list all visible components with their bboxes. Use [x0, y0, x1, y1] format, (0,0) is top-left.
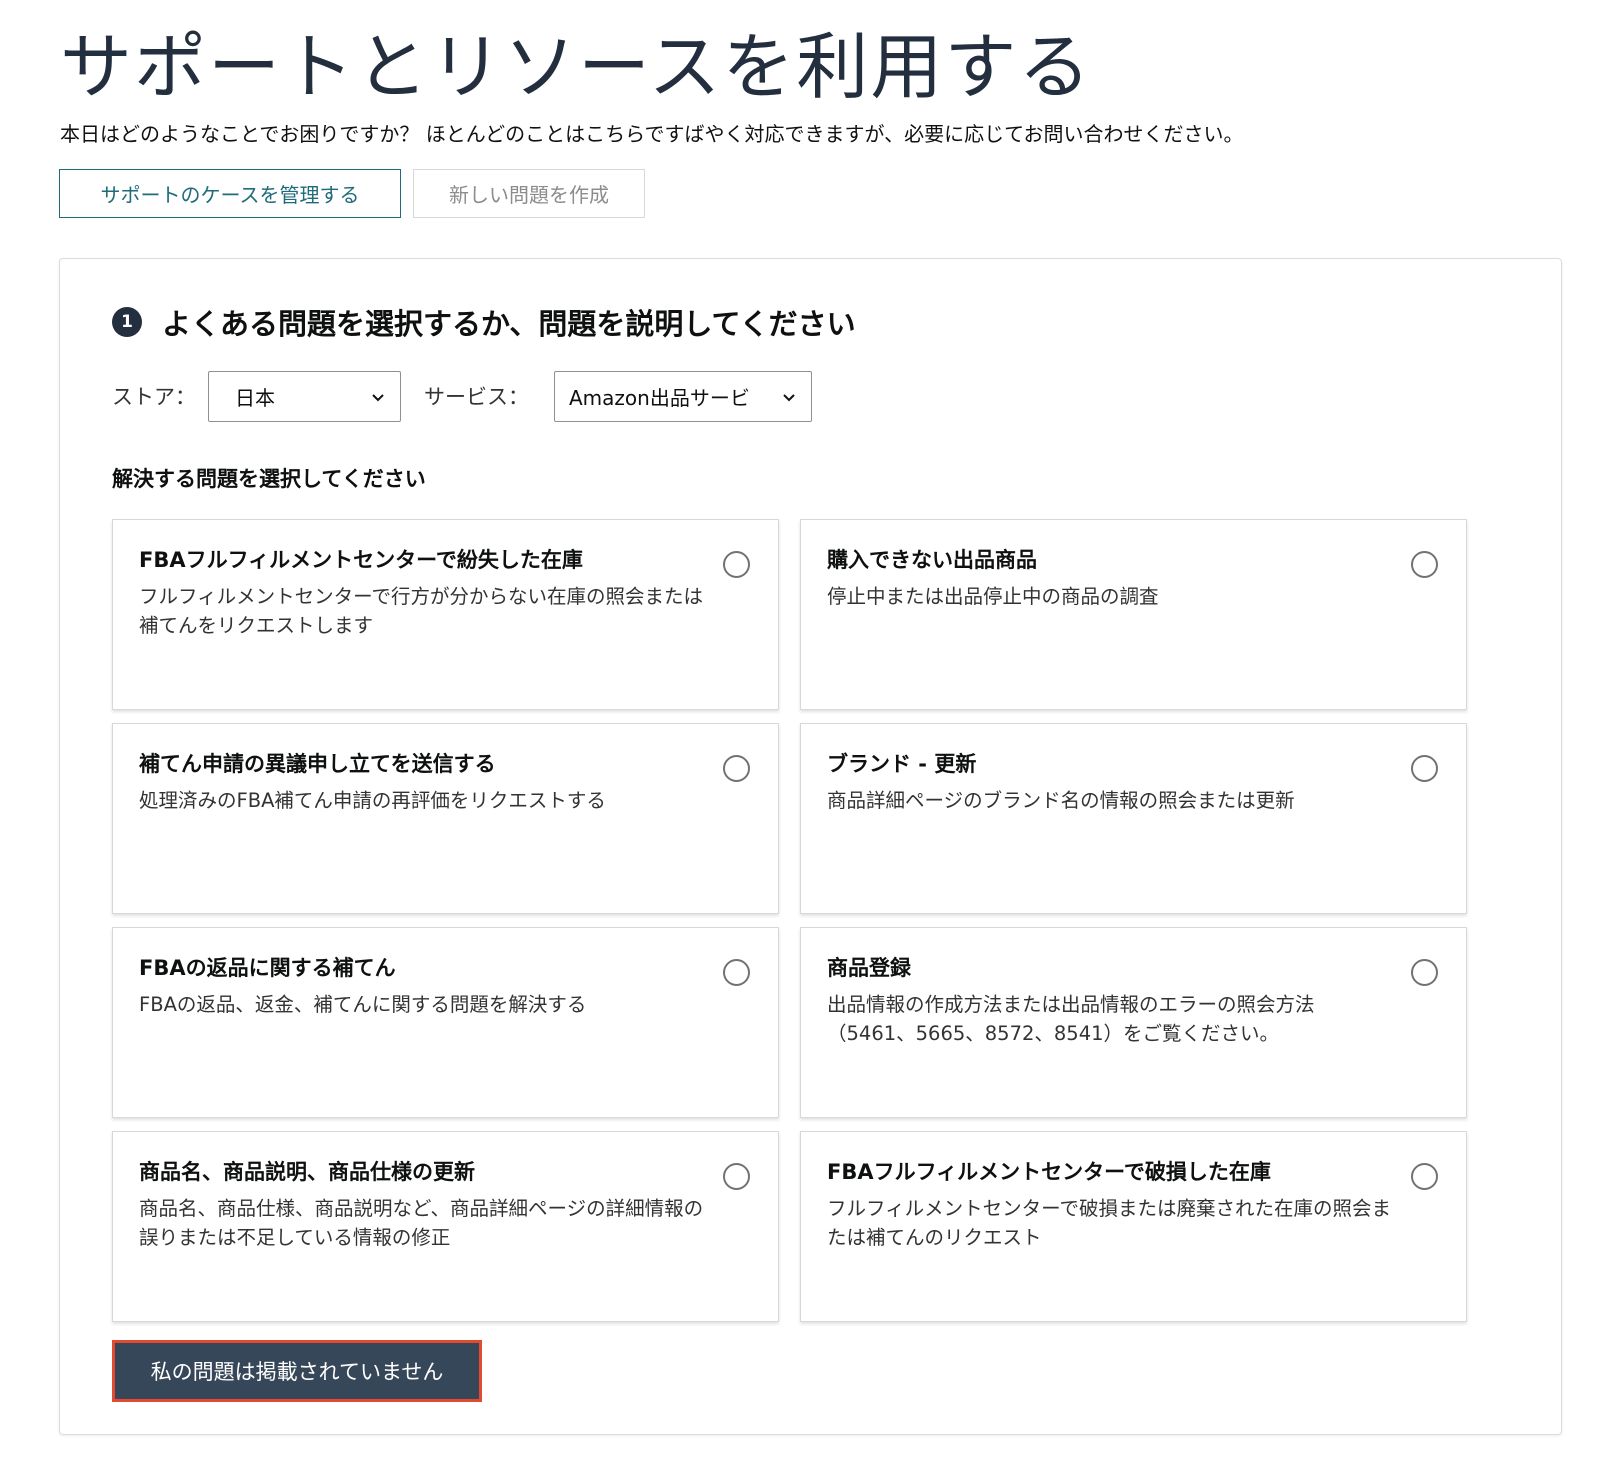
- step-number-badge: 1: [112, 307, 142, 337]
- radio-button[interactable]: [1411, 1163, 1438, 1190]
- store-label: ストア：: [112, 385, 196, 409]
- store-select[interactable]: 日本: [208, 371, 401, 422]
- issue-card-title: FBAフルフィルメントセンターで紛失した在庫: [139, 548, 583, 572]
- store-select-value: 日本: [235, 386, 275, 410]
- radio-button[interactable]: [1411, 959, 1438, 986]
- new-issue-button[interactable]: 新しい問題を作成: [413, 169, 645, 218]
- issue-card-title: 補てん申請の異議申し立てを送信する: [139, 752, 496, 776]
- issue-card-description: 出品情報の作成方法または出品情報のエラーの照会方法（5461、5665、8572…: [827, 993, 1315, 1045]
- service-label: サービス：: [424, 385, 529, 409]
- issue-card-description: 停止中または出品停止中の商品の調査: [827, 585, 1159, 608]
- radio-button[interactable]: [1411, 755, 1438, 782]
- radio-button[interactable]: [723, 959, 750, 986]
- chevron-down-icon: [783, 393, 795, 401]
- radio-button[interactable]: [723, 1163, 750, 1190]
- issue-card-title: 商品名、商品説明、商品仕様の更新: [139, 1160, 475, 1184]
- radio-button[interactable]: [723, 551, 750, 578]
- issue-card-fba-lost-inventory[interactable]: FBAフルフィルメントセンターで紛失した在庫 フルフィルメントセンターで行方が分…: [112, 519, 779, 710]
- issue-card-title: 商品登録: [827, 956, 911, 980]
- issue-card-description: 商品名、商品仕様、商品説明など、商品詳細ページの詳細情報の誤りまたは不足している…: [139, 1197, 704, 1249]
- radio-button[interactable]: [723, 755, 750, 782]
- issue-card-title: FBAの返品に関する補てん: [139, 956, 396, 980]
- chevron-down-icon: [372, 393, 384, 401]
- issue-card-description: 商品詳細ページのブランド名の情報の照会または更新: [827, 789, 1295, 812]
- issue-card-unbuyable-listing[interactable]: 購入できない出品商品 停止中または出品停止中の商品の調査: [800, 519, 1467, 710]
- issue-card-description: 処理済みのFBA補てん申請の再評価をリクエストする: [139, 789, 606, 812]
- issue-card-description: フルフィルメントセンターで破損または廃棄された在庫の照会または補てんのリクエスト: [827, 1197, 1391, 1249]
- issue-card-brand-update[interactable]: ブランド - 更新 商品詳細ページのブランド名の情報の照会または更新: [800, 723, 1467, 914]
- service-select-value: Amazon出品サービ: [569, 386, 750, 410]
- issue-card-listing-detail-update[interactable]: 商品名、商品説明、商品仕様の更新 商品名、商品仕様、商品説明など、商品詳細ページ…: [112, 1131, 779, 1322]
- issue-card-title: 購入できない出品商品: [827, 548, 1037, 572]
- issue-card-product-registration[interactable]: 商品登録 出品情報の作成方法または出品情報のエラーの照会方法（5461、5665…: [800, 927, 1467, 1118]
- issue-card-description: フルフィルメントセンターで行方が分からない在庫の照会または補てんをリクエストしま…: [139, 585, 703, 637]
- issue-card-fba-damaged-inventory[interactable]: FBAフルフィルメントセンターで破損した在庫 フルフィルメントセンターで破損また…: [800, 1131, 1467, 1322]
- step-header: 1 よくある問題を選択するか、問題を説明してください: [112, 301, 856, 343]
- step-title: よくある問題を選択するか、問題を説明してください: [162, 307, 856, 341]
- radio-button[interactable]: [1411, 551, 1438, 578]
- issue-card-title: FBAフルフィルメントセンターで破損した在庫: [827, 1160, 1271, 1184]
- issue-card-fba-returns[interactable]: FBAの返品に関する補てん FBAの返品、返金、補てんに関する問題を解決する: [112, 927, 779, 1118]
- issue-card-description: FBAの返品、返金、補てんに関する問題を解決する: [139, 993, 587, 1016]
- issue-card-title: ブランド - 更新: [827, 752, 977, 776]
- issue-not-listed-button[interactable]: 私の問題は掲載されていません: [112, 1340, 482, 1402]
- issue-card-reimbursement-appeal[interactable]: 補てん申請の異議申し立てを送信する 処理済みのFBA補てん申請の再評価をリクエス…: [112, 723, 779, 914]
- page-subtitle: 本日はどのようなことでお困りですか？ ほとんどのことはこちらですばやく対応できま…: [60, 122, 1244, 146]
- issues-heading: 解決する問題を選択してください: [112, 467, 426, 491]
- page-title: サポートとリソースを利用する: [60, 25, 1093, 109]
- issue-selection-panel: 1 よくある問題を選択するか、問題を説明してください ストア： 日本 サービス：…: [59, 258, 1562, 1435]
- support-page: サポートとリソースを利用する 本日はどのようなことでお困りですか？ ほとんどのこ…: [0, 0, 1608, 1462]
- service-select[interactable]: Amazon出品サービ: [554, 371, 812, 422]
- manage-cases-button[interactable]: サポートのケースを管理する: [59, 169, 401, 218]
